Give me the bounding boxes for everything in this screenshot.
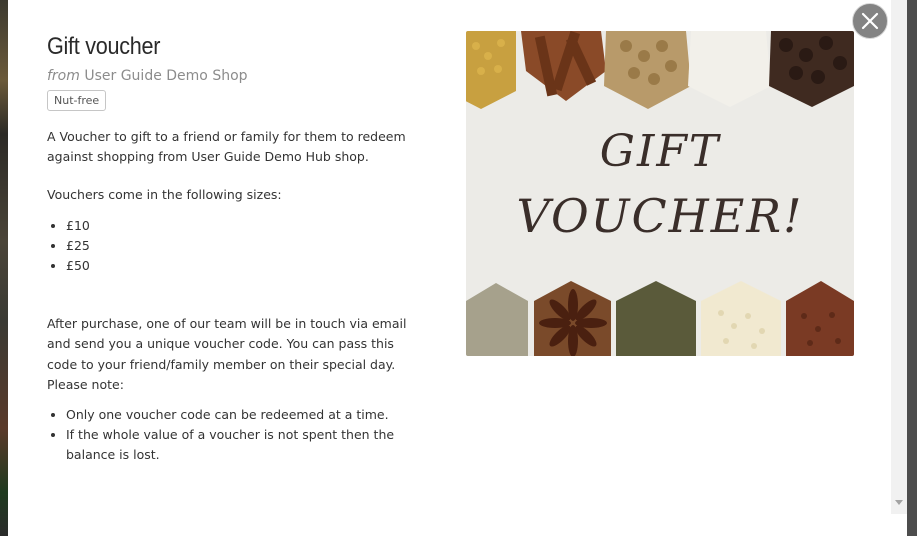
close-button[interactable] [852,3,888,39]
voucher-image: GIFT VOUCHER! [466,31,854,356]
subtitle-from: from [47,68,80,84]
scroll-down-icon[interactable] [895,500,903,505]
after-purchase-text: After purchase, one of our team will be … [47,316,407,372]
modal-scrollbar[interactable] [891,0,907,514]
voucher-title-line2: VOUCHER! [516,189,804,243]
note-item: Only one voucher code can be redeemed at… [66,405,427,425]
product-subtitle: from User Guide Demo Shop [47,68,427,84]
description-intro: A Voucher to gift to a friend or family … [47,129,406,165]
product-description: A Voucher to gift to a friend or family … [47,127,427,466]
voucher-title-line1: GIFT [599,126,721,177]
please-note: Please note: [47,376,124,392]
backdrop-page [0,0,8,536]
note-item: If the whole value of a voucher is not s… [66,425,427,465]
shop-link[interactable]: User Guide Demo Shop [84,68,247,84]
modal-bottom-edge [8,514,907,536]
size-item: £50 [66,256,427,276]
backdrop-page-right [907,0,917,536]
product-modal: Gift voucher from User Guide Demo Shop N… [8,0,891,514]
sizes-heading: Vouchers come in the following sizes: [47,187,282,203]
size-item: £10 [66,216,427,236]
close-icon [861,12,879,30]
notes-list: Only one voucher code can be redeemed at… [47,405,427,466]
product-title: Gift voucher [47,33,161,60]
product-details: Gift voucher from User Guide Demo Shop N… [47,33,427,466]
dietary-tag: Nut-free [47,90,107,111]
sizes-list: £10 £25 £50 [47,216,427,277]
size-item: £25 [66,236,427,256]
